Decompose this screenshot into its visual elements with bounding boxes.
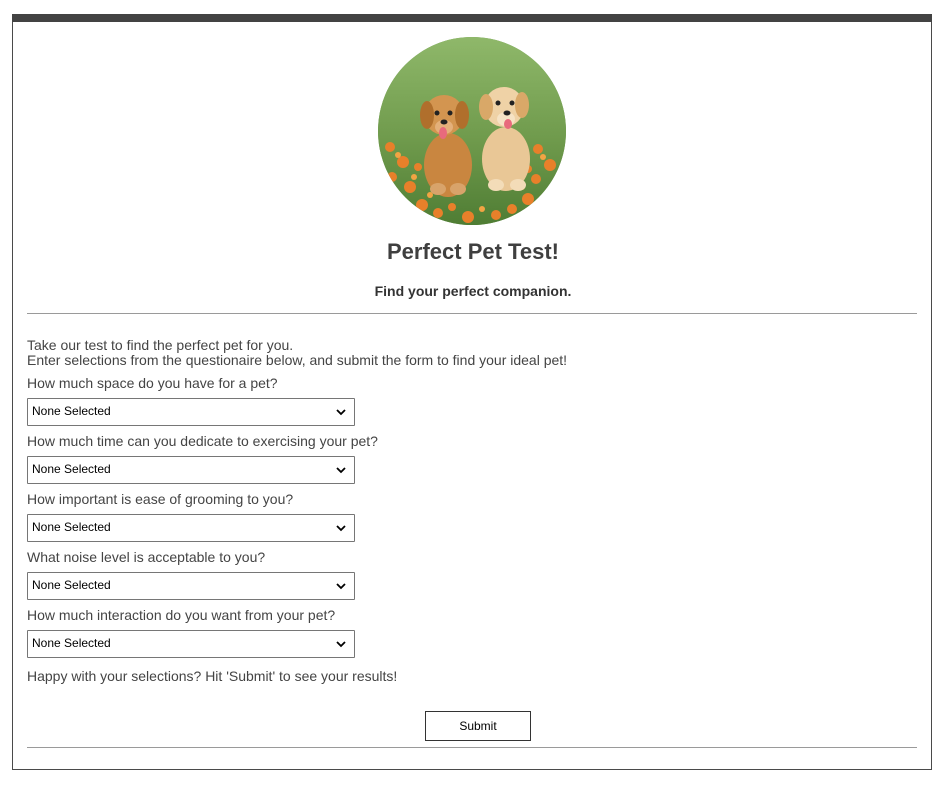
chevron-down-icon	[336, 583, 346, 590]
intro-text: Take our test to find the perfect pet fo…	[27, 338, 567, 368]
chevron-down-icon	[336, 467, 346, 474]
exercise-select-value: None Selected	[32, 462, 111, 476]
closing-text: Happy with your selections? Hit 'Submit'…	[27, 668, 398, 684]
chevron-down-icon	[336, 525, 346, 532]
puppies-photo	[378, 37, 566, 225]
interaction-select-value: None Selected	[32, 636, 111, 650]
interaction-select[interactable]: None Selected	[27, 630, 355, 658]
grooming-select[interactable]: None Selected	[27, 514, 355, 542]
noise-select[interactable]: None Selected	[27, 572, 355, 600]
chevron-down-icon	[336, 641, 346, 648]
space-select-value: None Selected	[32, 404, 111, 418]
bottom-divider	[27, 747, 917, 748]
noise-select-value: None Selected	[32, 578, 111, 592]
question-space-label: How much space do you have for a pet?	[27, 375, 278, 391]
question-interaction-label: How much interaction do you want from yo…	[27, 607, 336, 623]
page-subtitle: Find your perfect companion.	[374, 283, 572, 299]
question-grooming-label: How important is ease of grooming to you…	[27, 491, 294, 507]
question-noise-label: What noise level is acceptable to you?	[27, 549, 266, 565]
intro-line-2: Enter selections from the questionaire b…	[27, 352, 568, 368]
intro-line-1: Take our test to find the perfect pet fo…	[27, 337, 294, 353]
top-accent-bar	[12, 14, 932, 22]
question-exercise-label: How much time can you dedicate to exerci…	[27, 433, 378, 449]
exercise-select[interactable]: None Selected	[27, 456, 355, 484]
grooming-select-value: None Selected	[32, 520, 111, 534]
top-divider	[27, 313, 917, 314]
puppies-illustration	[378, 37, 566, 225]
submit-button[interactable]: Submit	[425, 711, 531, 741]
space-select[interactable]: None Selected	[27, 398, 355, 426]
page-title: Perfect Pet Test!	[387, 239, 559, 264]
chevron-down-icon	[336, 409, 346, 416]
